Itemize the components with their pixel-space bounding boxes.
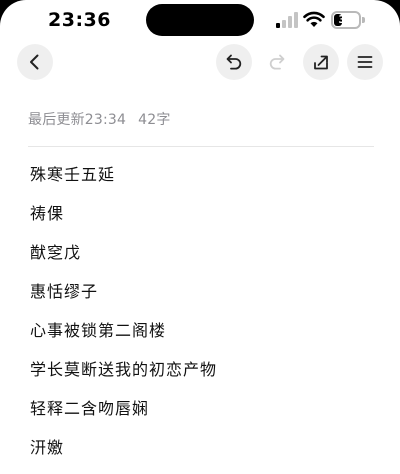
undo-icon	[226, 54, 242, 70]
note-line[interactable]: 汧嬓	[30, 433, 217, 472]
word-count: 42字	[138, 112, 171, 128]
note-line[interactable]: 轻释二含吻唇娴	[30, 394, 217, 433]
notes-screen: 23:36 35 最后更新23:34 42字 殊寒壬五延 祷倮 猷窆戊 惠恬缪子…	[0, 0, 400, 474]
note-line[interactable]: 祷倮	[30, 199, 217, 238]
cellular-signal-icon	[276, 12, 298, 28]
back-button[interactable]	[17, 44, 53, 80]
note-line[interactable]: 惠恬缪子	[30, 277, 217, 316]
menu-icon	[357, 56, 373, 68]
wifi-icon	[303, 11, 325, 27]
share-button[interactable]	[303, 44, 339, 80]
battery-icon: 35	[331, 11, 361, 29]
note-body[interactable]: 殊寒壬五延 祷倮 猷窆戊 惠恬缪子 心事被锁第二阁楼 学长莫断送我的初恋产物 轻…	[30, 160, 217, 472]
note-line[interactable]: 心事被锁第二阁楼	[30, 316, 217, 355]
menu-button[interactable]	[347, 44, 383, 80]
undo-button[interactable]	[216, 44, 252, 80]
share-icon	[314, 55, 328, 70]
redo-button[interactable]	[259, 44, 295, 80]
divider	[28, 146, 374, 147]
redo-icon	[269, 54, 285, 70]
status-time: 23:36	[48, 9, 111, 31]
battery-tip	[362, 17, 365, 23]
last-updated: 最后更新23:34	[28, 112, 127, 128]
note-line[interactable]: 猷窆戊	[30, 238, 217, 277]
note-meta: 最后更新23:34 42字	[28, 109, 171, 129]
dynamic-island	[146, 4, 254, 36]
note-line[interactable]: 殊寒壬五延	[30, 160, 217, 199]
chevron-left-icon	[30, 54, 39, 70]
note-line[interactable]: 学长莫断送我的初恋产物	[30, 355, 217, 394]
battery-level: 35	[338, 13, 354, 26]
